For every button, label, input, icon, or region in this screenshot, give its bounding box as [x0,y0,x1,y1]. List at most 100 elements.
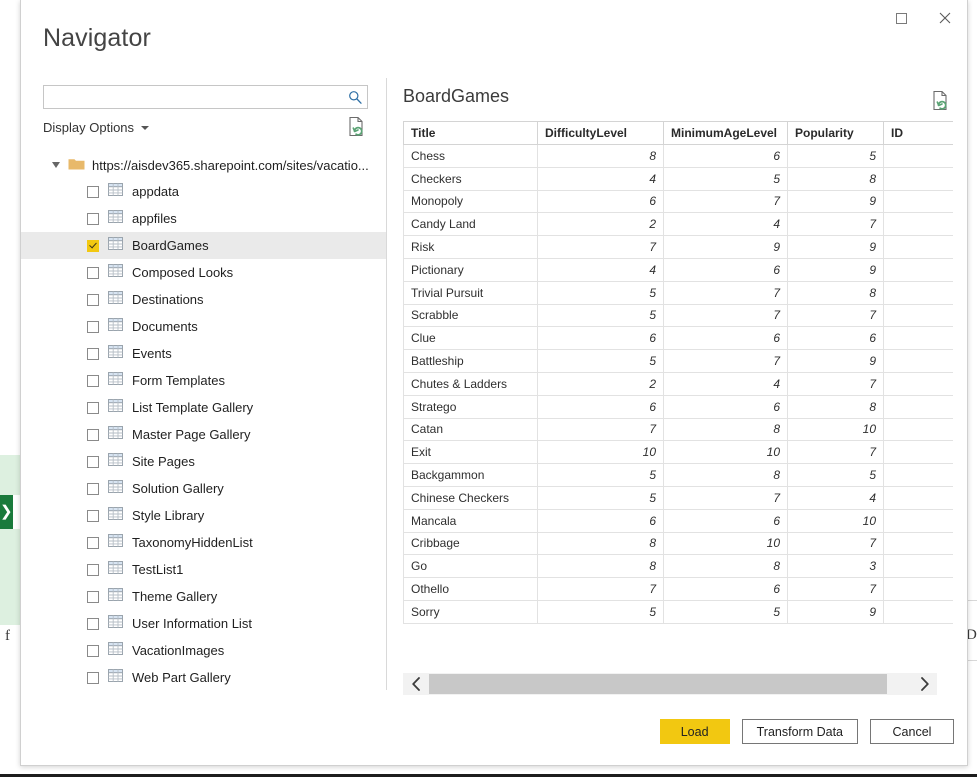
tree-item-checkbox[interactable] [87,482,99,495]
table-row: Exit 10 10 7 [403,440,953,465]
refresh-preview-icon-left[interactable] [347,116,367,138]
tree-item-list-template-gallery[interactable]: List Template Gallery [21,394,386,421]
tree-item-checkbox[interactable] [87,293,99,306]
tree-item-checkbox[interactable] [87,617,99,630]
cell-title: Stratego [403,394,538,419]
tree-item-master-page-gallery[interactable]: Master Page Gallery [21,421,386,448]
tree-item-label: Master Page Gallery [132,427,251,442]
tree-item-vacationimages[interactable]: VacationImages [21,637,386,664]
footer-button-row: Load Transform Data Cancel [659,719,954,744]
cell-popularity: 7 [787,531,884,556]
load-button[interactable]: Load [659,719,730,744]
tree-item-appdata[interactable]: appdata [21,178,386,205]
table-row: Mancala 6 6 10 [403,508,953,533]
tree-item-boardgames[interactable]: BoardGames [21,232,386,259]
refresh-preview-icon[interactable] [931,90,951,112]
cell-popularity: 8 [787,166,884,191]
tree-item-checkbox[interactable] [87,212,99,225]
tree-item-checkbox[interactable] [87,374,99,387]
cell-minimumagelevel: 5 [663,599,788,624]
cell-difficultylevel: 7 [537,577,664,601]
tree-item-web-part-gallery[interactable]: Web Part Gallery [21,664,386,691]
table-row: Scrabble 5 7 7 [403,303,953,328]
column-header-id[interactable]: ID [883,121,953,145]
source-tree: https://aisdev365.sharepoint.com/sites/v… [21,152,386,692]
tree-item-destinations[interactable]: Destinations [21,286,386,313]
display-options-dropdown[interactable]: Display Options [43,120,150,135]
cell-id [883,463,953,487]
search-box[interactable] [43,85,368,109]
tree-item-label: Web Part Gallery [132,670,231,685]
tree-item-list: appdata appfiles BoardGames Composed Looks D… [21,178,386,691]
column-header-title[interactable]: Title [403,121,538,145]
cell-minimumagelevel: 6 [663,508,788,533]
tree-item-appfiles[interactable]: appfiles [21,205,386,232]
tree-item-checkbox[interactable] [87,536,99,549]
search-icon[interactable] [343,90,367,104]
tree-item-label: VacationImages [132,643,225,658]
tree-item-checkbox[interactable] [87,590,99,603]
tree-item-events[interactable]: Events [21,340,386,367]
tree-item-checkbox[interactable] [87,347,99,360]
tree-item-checkbox[interactable] [87,266,99,279]
horizontal-scrollbar[interactable] [403,673,937,695]
tree-item-taxonomyhiddenlist[interactable]: TaxonomyHiddenList [21,529,386,556]
search-input[interactable] [44,87,343,107]
tree-item-solution-gallery[interactable]: Solution Gallery [21,475,386,502]
tree-root-label: https://aisdev365.sharepoint.com/sites/v… [92,157,369,173]
cancel-button[interactable]: Cancel [870,719,954,744]
cell-title: Clue [403,326,538,351]
table-row: Checkers 4 5 8 [403,166,953,191]
dialog-footer: Load Transform Data Cancel [21,695,967,765]
cell-minimumagelevel: 8 [663,554,788,579]
table-icon [108,668,123,687]
column-header-minimumagelevel[interactable]: MinimumAgeLevel [663,121,788,145]
tree-item-checkbox[interactable] [87,509,99,522]
tree-item-user-information-list[interactable]: User Information List [21,610,386,637]
backdrop-green-chip: ❯ [0,495,13,529]
tree-item-site-pages[interactable]: Site Pages [21,448,386,475]
tree-item-composed-looks[interactable]: Composed Looks [21,259,386,286]
tree-item-checkbox[interactable] [87,644,99,657]
close-button[interactable] [923,0,967,40]
cell-title: Chutes & Ladders [403,371,538,396]
cell-difficultylevel: 10 [537,440,664,465]
transform-data-button[interactable]: Transform Data [741,719,858,744]
tree-item-checkbox[interactable] [87,455,99,468]
tree-item-checkbox[interactable] [87,563,99,576]
chevron-right-icon[interactable] [911,673,937,695]
tree-item-label: BoardGames [132,238,209,253]
tree-item-checkbox[interactable] [87,320,99,333]
triangle-expanded-icon[interactable] [52,162,60,168]
tree-item-checkbox[interactable] [87,428,99,441]
column-header-difficultylevel[interactable]: DifficultyLevel [537,121,664,145]
cell-popularity: 8 [787,394,884,419]
tree-item-checkbox[interactable] [87,185,99,198]
scrollbar-track[interactable] [429,673,911,695]
cell-title: Battleship [403,349,538,373]
cell-popularity: 5 [787,463,884,487]
close-icon [939,11,951,29]
table-icon [108,371,123,390]
cell-minimumagelevel: 9 [663,235,788,259]
table-icon [108,479,123,498]
cell-id [883,485,953,510]
tree-item-style-library[interactable]: Style Library [21,502,386,529]
tree-root-node[interactable]: https://aisdev365.sharepoint.com/sites/v… [21,152,386,178]
tree-item-theme-gallery[interactable]: Theme Gallery [21,583,386,610]
table-icon [108,209,123,228]
tree-item-documents[interactable]: Documents [21,313,386,340]
tree-item-checkbox[interactable] [87,401,99,414]
cell-popularity: 9 [787,189,884,214]
maximize-button[interactable] [879,0,923,40]
scrollbar-thumb[interactable] [429,674,887,694]
cell-popularity: 3 [787,554,884,579]
column-header-popularity[interactable]: Popularity [787,121,884,145]
tree-item-testlist1[interactable]: TestList1 [21,556,386,583]
cell-popularity: 9 [787,257,884,282]
tree-item-checkbox[interactable] [87,239,99,252]
tree-item-form-templates[interactable]: Form Templates [21,367,386,394]
tree-item-checkbox[interactable] [87,671,99,684]
cell-title: Chinese Checkers [403,485,538,510]
chevron-left-icon[interactable] [403,673,429,695]
